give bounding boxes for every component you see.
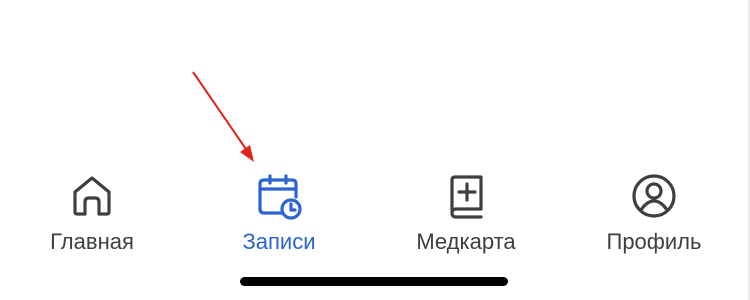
tab-records-label: Записи xyxy=(242,229,316,254)
profile-icon xyxy=(628,170,680,222)
tab-profile-label: Профиль xyxy=(606,229,702,254)
tab-medcard[interactable]: Медкарта xyxy=(386,168,546,268)
home-icon xyxy=(66,170,118,222)
home-indicator[interactable] xyxy=(240,277,508,286)
medical-book-icon xyxy=(440,170,492,222)
tab-records[interactable]: Записи xyxy=(199,168,359,268)
tab-medcard-label: Медкарта xyxy=(416,229,516,254)
tab-home[interactable]: Главная xyxy=(12,168,172,268)
bottom-tab-bar: Главная Записи Медкарта Профиль xyxy=(0,168,750,268)
tab-home-label: Главная xyxy=(50,229,134,254)
screen: Главная Записи Медкарта Профиль xyxy=(0,0,750,300)
calendar-clock-icon xyxy=(253,170,305,222)
tab-profile[interactable]: Профиль xyxy=(574,168,734,268)
